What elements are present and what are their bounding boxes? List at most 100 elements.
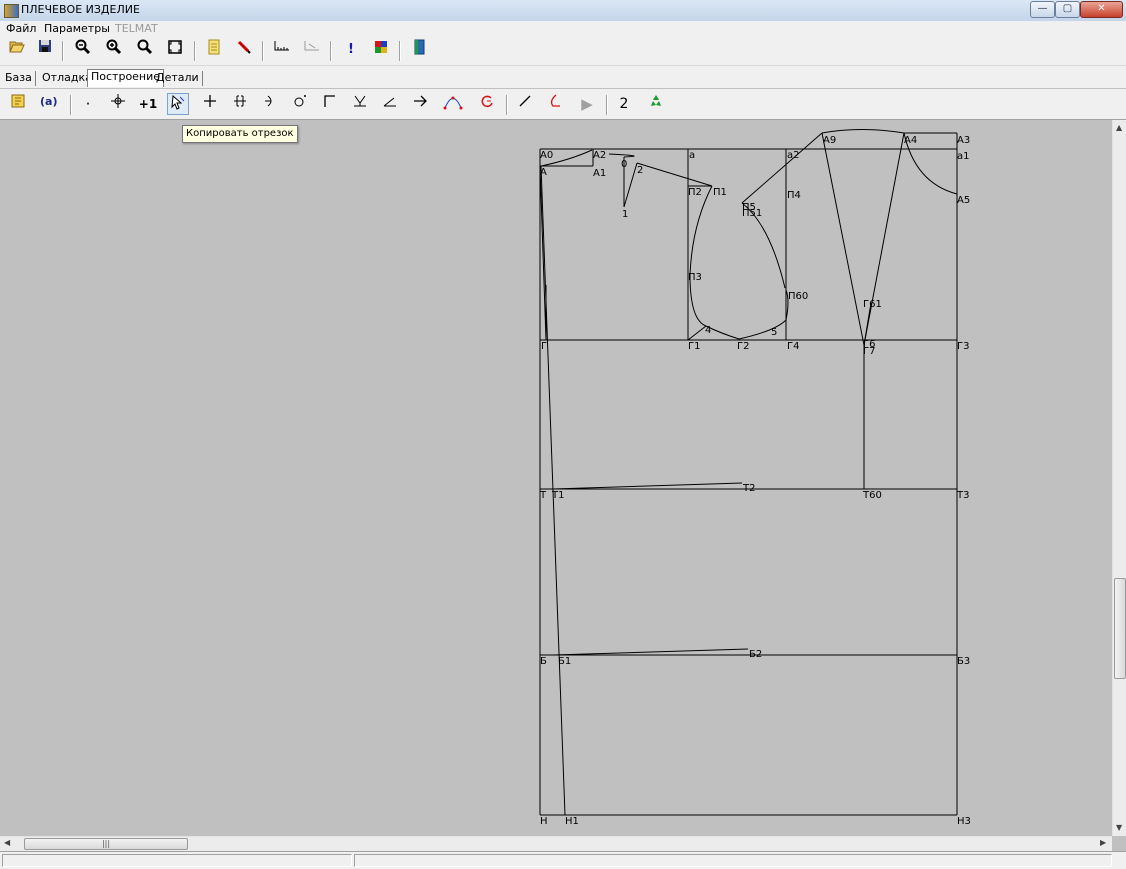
label-A2: A2	[593, 150, 606, 161]
scroll-left-icon[interactable]: ◀	[4, 838, 10, 847]
label-G61: Г61	[863, 299, 882, 310]
scroll-right-icon[interactable]: ▶	[1100, 838, 1106, 847]
curve-points-icon[interactable]	[442, 93, 464, 115]
label-a2: a2	[787, 150, 800, 161]
menu-file[interactable]: Файл	[6, 22, 36, 35]
horizontal-scroll-thumb[interactable]: |||	[24, 838, 188, 850]
label-G: Г	[541, 341, 547, 352]
label-four: 4	[705, 325, 711, 336]
measure-icon[interactable]	[271, 39, 293, 61]
fit-page-icon[interactable]	[164, 39, 186, 61]
label-a1: a1	[957, 151, 970, 162]
label-H: Н	[540, 816, 548, 827]
palette-icon[interactable]	[370, 39, 392, 61]
curve-icon[interactable]	[544, 93, 566, 115]
circle-point-icon[interactable]	[289, 93, 311, 115]
measure-disabled-icon[interactable]	[301, 39, 323, 61]
document-icon[interactable]	[203, 39, 225, 61]
rotate-red-icon[interactable]	[476, 93, 498, 115]
label-five: 5	[771, 327, 777, 338]
main-toolbar: !	[0, 37, 1126, 66]
label-G7: Г7	[863, 346, 875, 357]
add-one-button[interactable]: +1	[137, 93, 159, 115]
close-button[interactable]: ✕	[1080, 1, 1123, 18]
menu-telmat[interactable]: TELMAT	[115, 22, 158, 35]
label-G4: Г4	[787, 341, 799, 352]
label-two: 2	[637, 165, 643, 176]
move-icon[interactable]	[107, 93, 129, 115]
angle-icon[interactable]	[379, 93, 401, 115]
label-P51: П51	[742, 208, 762, 219]
label-G3: Г3	[957, 341, 969, 352]
scroll-down-icon[interactable]: ▼	[1116, 823, 1122, 832]
label-B: Б	[540, 656, 547, 667]
label-H1: Н1	[565, 816, 579, 827]
drawing-canvas[interactable]: A0 A A2 A1 0 2 1 a a2 A9 A4 A3 a1 A5 П2 …	[0, 120, 1112, 836]
label-A1: A1	[593, 168, 606, 179]
label-B2: Б2	[749, 649, 762, 660]
tab-base[interactable]: База	[2, 71, 36, 86]
label-G1: Г1	[688, 341, 700, 352]
menu-parameters[interactable]: Параметры	[44, 22, 110, 35]
play-icon[interactable]: ▶	[576, 93, 598, 115]
vertical-scrollbar[interactable]: ▲ ▼	[1112, 120, 1126, 836]
label-A5: A5	[957, 195, 970, 206]
tab-strip: База Отладка Построение Детали	[0, 66, 1126, 88]
label-T60: Т60	[862, 490, 882, 501]
variable-icon[interactable]: (a)	[37, 93, 59, 115]
status-pane-left	[2, 854, 352, 867]
split-icon[interactable]	[229, 93, 251, 115]
label-P2: П2	[688, 187, 702, 198]
vertical-scroll-thumb[interactable]	[1114, 578, 1126, 679]
bisector-icon[interactable]	[349, 93, 371, 115]
exclamation-icon[interactable]: !	[340, 39, 362, 61]
label-T1: Т1	[551, 490, 564, 501]
app-icon	[4, 4, 19, 18]
cross-icon[interactable]	[199, 93, 221, 115]
label-P1: П1	[713, 187, 727, 198]
notes-icon[interactable]	[7, 93, 29, 115]
point-icon[interactable]: ·	[77, 93, 99, 115]
label-B1: Б1	[558, 656, 571, 667]
zoom-icon[interactable]	[134, 39, 156, 61]
copy-segment-icon[interactable]	[167, 93, 189, 115]
label-H3: Н3	[957, 816, 971, 827]
horizontal-scrollbar[interactable]: ◀ ||| ▶	[0, 836, 1112, 851]
window-title: ПЛЕЧЕВОЕ ИЗДЕЛИЕ	[21, 3, 140, 16]
label-P4: П4	[787, 190, 801, 201]
maximize-button[interactable]: ▢	[1055, 1, 1080, 18]
status-bar	[0, 851, 1126, 869]
status-pane-right	[354, 854, 1112, 867]
number-two-button[interactable]: 2	[613, 93, 635, 115]
title-bar: ПЛЕЧЕВОЕ ИЗДЕЛИЕ — ▢ ✕	[0, 0, 1126, 22]
book-icon[interactable]	[408, 39, 430, 61]
svg-text:(a): (a)	[40, 95, 57, 108]
right-angle-icon[interactable]	[319, 93, 341, 115]
label-zero: 0	[621, 159, 627, 170]
tab-details[interactable]: Детали	[153, 71, 203, 86]
menu-bar: Файл Параметры TELMAT	[0, 21, 1126, 37]
label-G2: Г2	[737, 341, 749, 352]
label-P3: П3	[688, 272, 702, 283]
scroll-up-icon[interactable]: ▲	[1116, 123, 1122, 132]
label-A0: A0	[540, 150, 553, 161]
open-folder-icon[interactable]	[6, 39, 28, 61]
label-A4: A4	[904, 135, 917, 146]
label-T3: Т3	[956, 490, 969, 501]
arrow-right-icon[interactable]	[409, 93, 431, 115]
label-P60: П60	[788, 291, 808, 302]
pattern-drawing: A0 A A2 A1 0 2 1 a a2 A9 A4 A3 a1 A5 П2 …	[539, 129, 971, 827]
label-one: 1	[622, 209, 628, 220]
label-T: Т	[539, 490, 547, 501]
minimize-button[interactable]: —	[1030, 1, 1055, 18]
label-B3: Б3	[957, 656, 970, 667]
zoom-out-icon[interactable]	[72, 39, 94, 61]
line-icon[interactable]	[514, 93, 536, 115]
pen-icon[interactable]	[233, 39, 255, 61]
zoom-in-icon[interactable]	[103, 39, 125, 61]
label-A3: A3	[957, 135, 970, 146]
label-T2: Т2	[742, 483, 755, 494]
recycle-icon[interactable]	[645, 93, 667, 115]
arc-point-icon[interactable]	[259, 93, 281, 115]
save-disk-icon[interactable]	[34, 39, 56, 61]
